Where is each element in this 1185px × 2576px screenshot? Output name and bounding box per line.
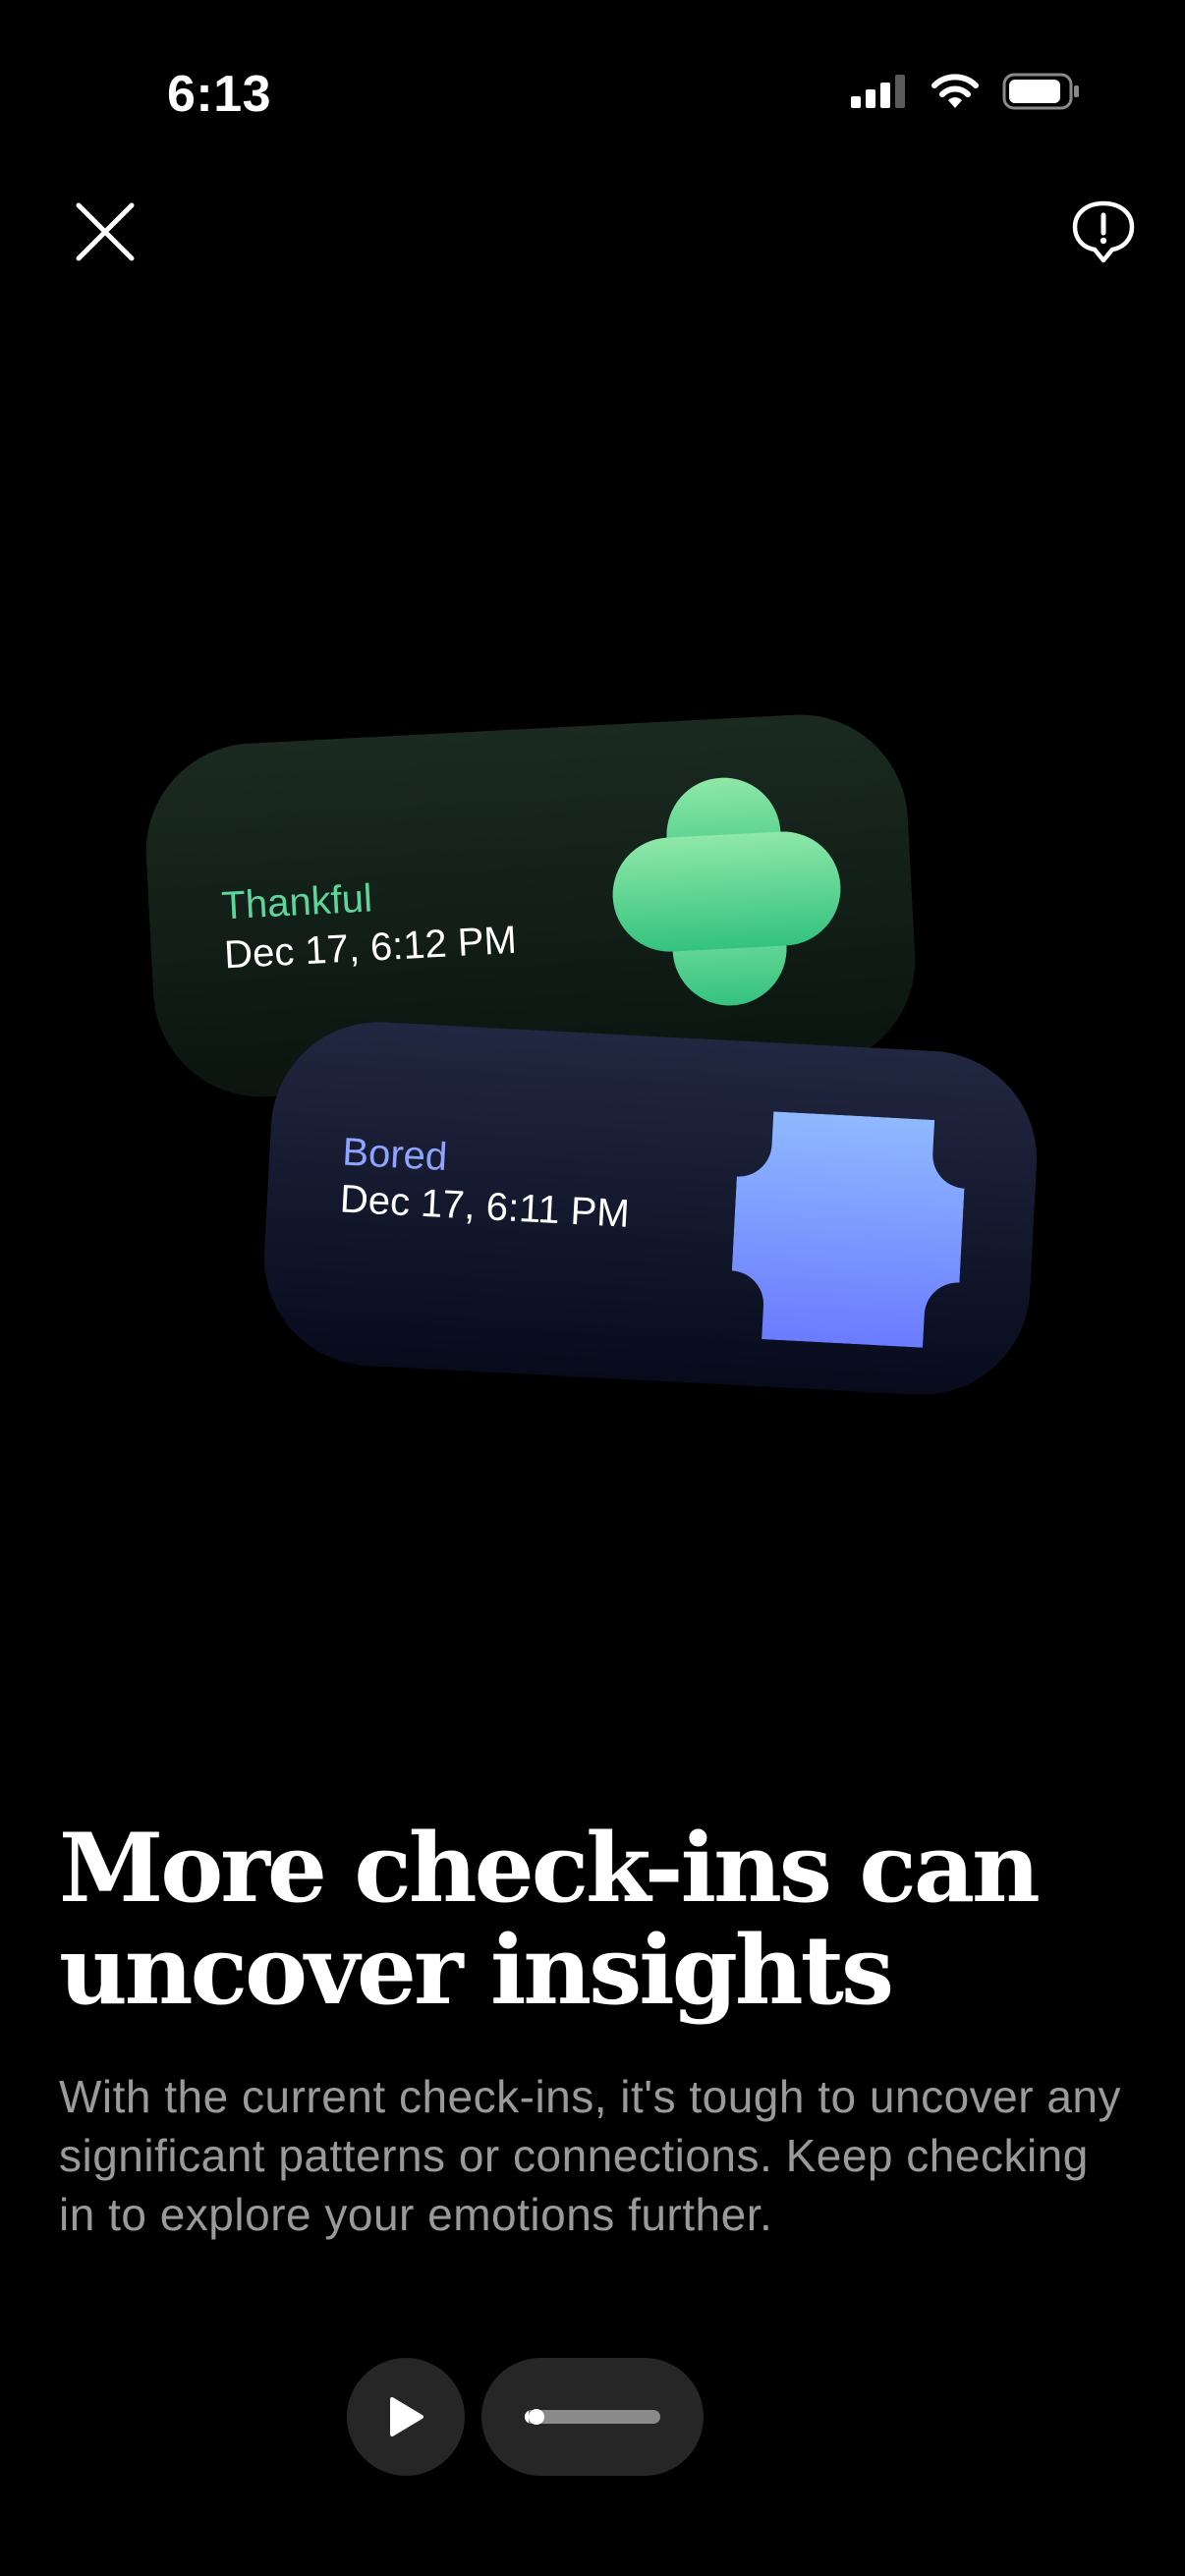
checkin-card-bored: Bored Dec 17, 6:11 PM <box>258 1016 1043 1401</box>
feedback-icon <box>1072 200 1135 263</box>
wifi-icon <box>931 74 979 108</box>
status-time: 6:13 <box>167 66 272 123</box>
feedback-button[interactable] <box>1064 193 1143 271</box>
emotion-label: Bored <box>341 1130 449 1180</box>
checkin-datetime: Dec 17, 6:11 PM <box>338 1177 631 1236</box>
emotion-label: Thankful <box>220 876 373 928</box>
clover-shape-icon <box>612 777 841 1006</box>
progress-knob[interactable] <box>529 2409 545 2425</box>
play-icon <box>390 2397 423 2436</box>
progress-control[interactable] <box>481 2358 704 2476</box>
status-icons <box>851 73 1081 110</box>
page-title: More check-ins can uncover insights <box>59 1813 1041 2026</box>
progress-track[interactable] <box>525 2410 660 2424</box>
close-button[interactable] <box>66 193 144 271</box>
notched-square-shape-icon <box>731 1111 965 1348</box>
checkin-datetime: Dec 17, 6:12 PM <box>223 918 518 978</box>
close-icon <box>76 202 135 261</box>
cellular-signal-icon <box>851 75 905 108</box>
battery-icon <box>1002 73 1079 110</box>
status-bar: 6:13 <box>0 0 1185 196</box>
description-text: With the current check-ins, it's tough t… <box>59 2071 1121 2240</box>
play-button[interactable] <box>347 2358 465 2476</box>
